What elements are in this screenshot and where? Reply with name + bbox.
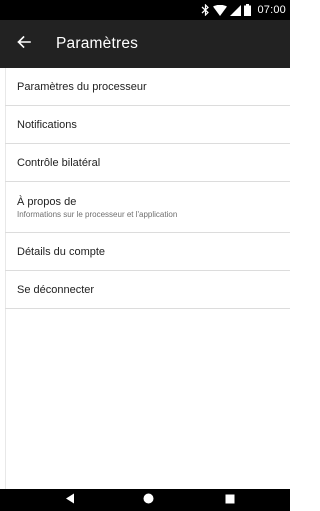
navigation-bar: [0, 489, 290, 511]
page-title: Paramètres: [56, 35, 139, 52]
status-icons: 07:00: [201, 3, 286, 17]
settings-item-notifications[interactable]: Notifications: [5, 106, 290, 144]
back-triangle-icon: [65, 491, 75, 509]
signal-icon: [230, 4, 242, 16]
nav-back-button[interactable]: [50, 489, 90, 511]
wifi-icon: [213, 4, 228, 16]
settings-list: Paramètres du processeur Notifications C…: [5, 68, 290, 309]
toolbar: Paramètres: [0, 20, 290, 68]
settings-item-subtitle: Informations sur le processeur et l'appl…: [17, 209, 178, 219]
settings-item-label: Détails du compte: [17, 245, 106, 258]
settings-item-label: Notifications: [17, 118, 77, 131]
arrow-back-icon: [17, 35, 31, 54]
home-circle-icon: [143, 491, 154, 509]
settings-item-processor[interactable]: Paramètres du processeur: [5, 68, 290, 106]
battery-icon: [244, 4, 252, 16]
settings-item-label: Paramètres du processeur: [17, 80, 147, 93]
settings-item-label: Contrôle bilatéral: [17, 156, 101, 169]
status-time: 07:00: [257, 4, 286, 16]
bluetooth-icon: [201, 4, 210, 16]
nav-recents-button[interactable]: [210, 489, 250, 511]
settings-item-bilateral-control[interactable]: Contrôle bilatéral: [5, 144, 290, 182]
settings-item-account-details[interactable]: Détails du compte: [5, 233, 290, 271]
status-bar: 07:00: [0, 0, 290, 20]
settings-item-label: À propos de: [17, 195, 77, 208]
back-button[interactable]: [4, 20, 44, 68]
settings-item-label: Se déconnecter: [17, 283, 95, 296]
settings-screen: 07:00 Paramètres Paramètres du processeu…: [0, 0, 290, 511]
settings-item-about[interactable]: À propos de Informations sur le processe…: [5, 182, 290, 233]
nav-home-button[interactable]: [128, 489, 168, 511]
settings-item-logout[interactable]: Se déconnecter: [5, 271, 290, 309]
recents-square-icon: [225, 491, 235, 509]
